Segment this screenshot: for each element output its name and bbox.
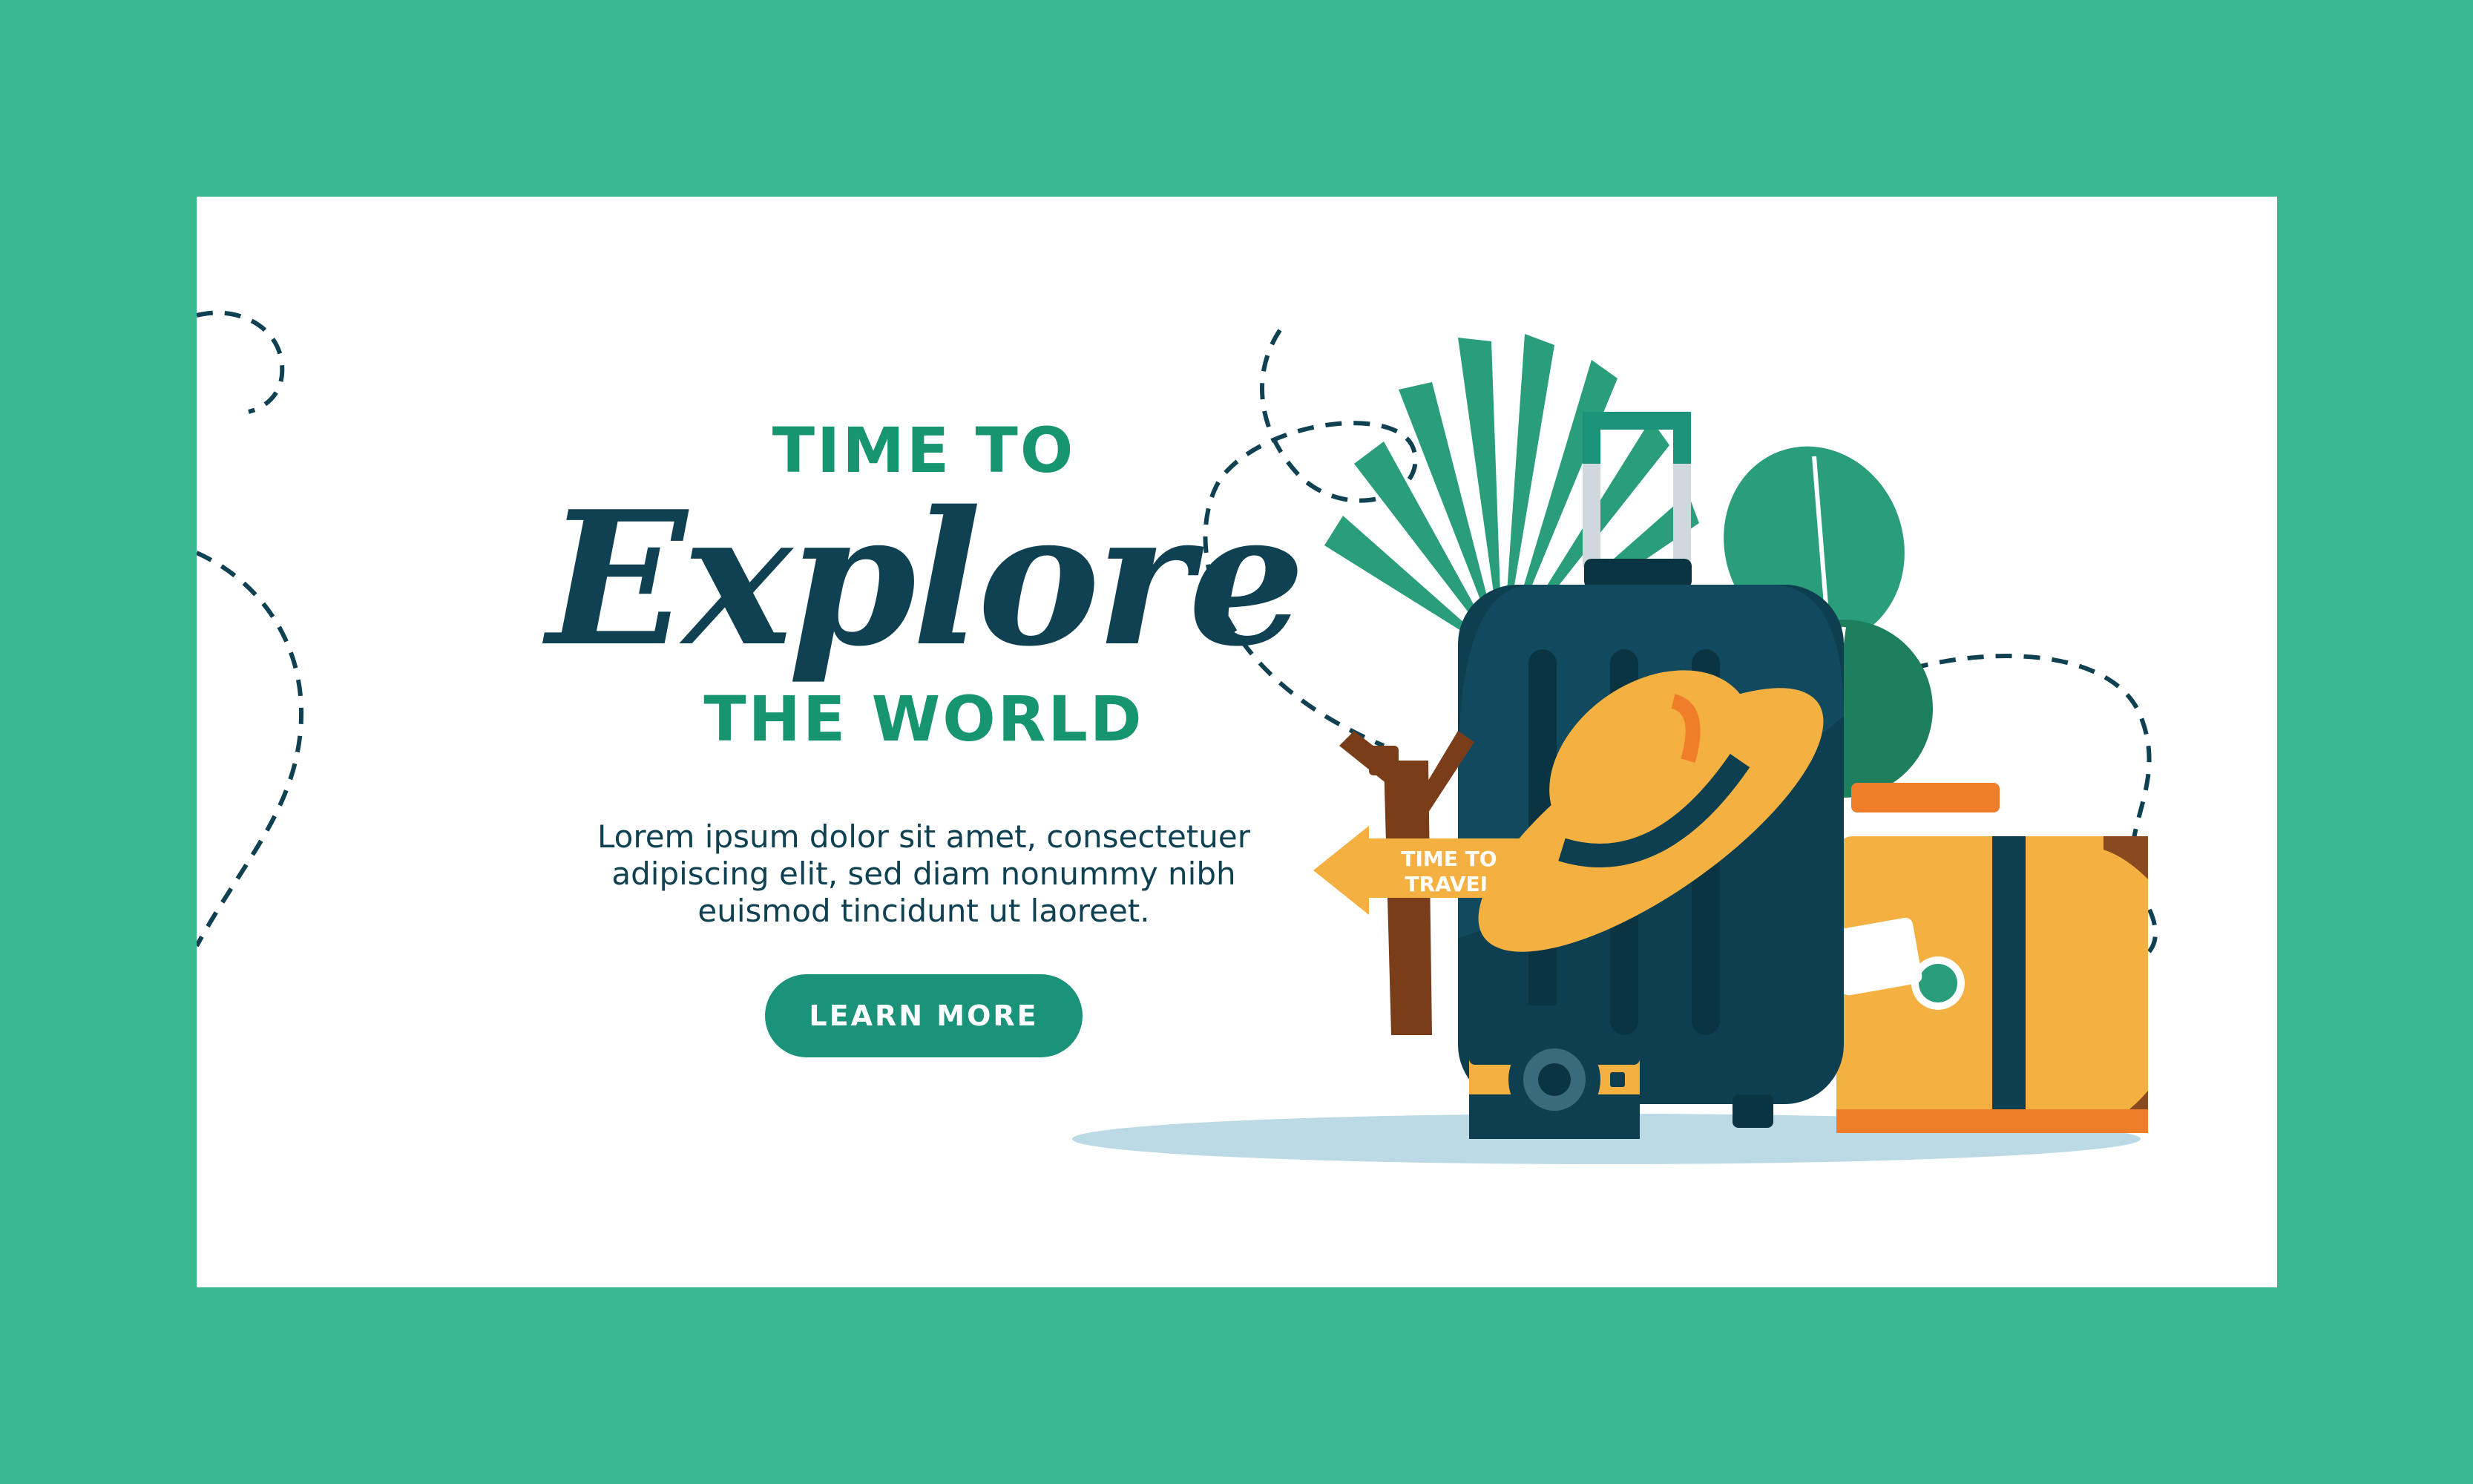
dashed-path [1203, 329, 1418, 748]
banner-card: TIME TO Explore THE WORLD Lorem ipsum do… [197, 197, 2277, 1287]
suitcase-icon [1832, 783, 2148, 1133]
signpost-line2: TRAVEL [1405, 872, 1493, 896]
travel-illustration: TIME TO TRAVEL [1072, 329, 2158, 1164]
signpost-line1: TIME TO [1401, 847, 1497, 871]
